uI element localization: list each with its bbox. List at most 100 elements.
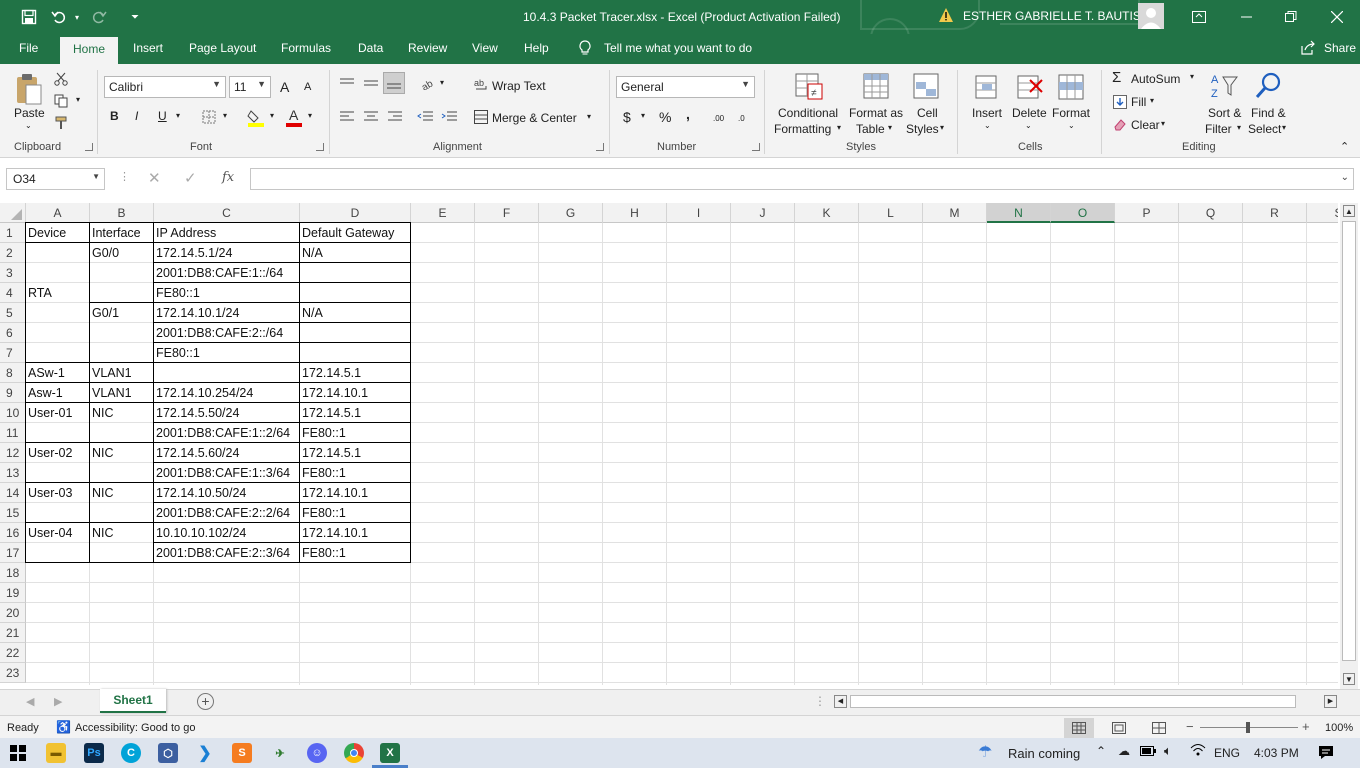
cell-ip-address-row-16[interactable]: 10.10.10.102/24: [154, 523, 300, 543]
cell-default-gateway-row-8[interactable]: 172.14.5.1: [300, 363, 411, 383]
conditional-formatting-button[interactable]: Conditional: [778, 106, 838, 120]
column-header-f[interactable]: F: [475, 203, 539, 223]
cell-default-gateway-row-7[interactable]: [300, 343, 411, 363]
font-name-select[interactable]: Calibri ▼: [104, 76, 226, 98]
wifi-icon[interactable]: [1190, 743, 1206, 760]
row-header-15[interactable]: 15: [0, 503, 26, 523]
cell-ip-address-row-9[interactable]: 172.14.10.254/24: [154, 383, 300, 403]
row-header-6[interactable]: 6: [0, 323, 26, 343]
row-header-1[interactable]: 1: [0, 223, 26, 243]
autosum-icon[interactable]: Σ: [1112, 69, 1121, 86]
cell-interface-row-11[interactable]: [90, 423, 154, 443]
cell-device-row-11[interactable]: [26, 423, 90, 443]
customize-qat-icon[interactable]: ⏷: [124, 6, 146, 28]
tab-formulas[interactable]: Formulas: [281, 41, 331, 55]
prev-sheet-icon[interactable]: ◀: [26, 695, 34, 708]
insert-cells-icon[interactable]: [970, 70, 1004, 104]
column-header-k[interactable]: K: [795, 203, 859, 223]
cell-device-row-4[interactable]: RTA: [26, 283, 90, 303]
cell-ip-address-row-14[interactable]: 172.14.10.50/24: [154, 483, 300, 503]
cell-default-gateway-row-14[interactable]: 172.14.10.1: [300, 483, 411, 503]
delete-cells-button[interactable]: Delete: [1012, 106, 1047, 120]
row-header-18[interactable]: 18: [0, 563, 26, 583]
collapse-ribbon-icon[interactable]: ⌃: [1340, 140, 1349, 153]
avatar[interactable]: [1138, 3, 1164, 29]
font-color-icon[interactable]: A: [284, 106, 304, 128]
name-box[interactable]: O34 ▼: [6, 168, 105, 190]
row-header-21[interactable]: 21: [0, 623, 26, 643]
format-as-table-button[interactable]: Format as: [849, 106, 903, 120]
header-cell-interface[interactable]: Interface: [90, 223, 154, 243]
tab-view[interactable]: View: [472, 41, 498, 55]
zoom-slider[interactable]: [1200, 722, 1298, 733]
align-right-icon[interactable]: [386, 108, 404, 126]
chevron-down-icon[interactable]: ▼: [92, 172, 100, 181]
format-as-table-icon[interactable]: [860, 70, 894, 104]
sheet-tab-sheet1[interactable]: Sheet1: [100, 689, 166, 713]
share-button[interactable]: Share: [1324, 41, 1356, 55]
clipboard-launcher-icon[interactable]: [85, 143, 93, 151]
volume-icon[interactable]: 🔈︎: [1164, 743, 1172, 759]
vertical-scrollbar[interactable]: ▲ ▼: [1340, 203, 1358, 689]
cell-styles-button[interactable]: Cell: [917, 106, 938, 120]
weather-icon[interactable]: ☂: [978, 742, 992, 762]
format-painter-icon[interactable]: [52, 114, 70, 132]
decrease-indent-icon[interactable]: [416, 108, 434, 126]
underline-dropdown-icon[interactable]: ▾: [176, 111, 180, 120]
cell-ip-address-row-5[interactable]: 172.14.10.1/24: [154, 303, 300, 323]
fill-button[interactable]: Fill: [1131, 95, 1146, 109]
column-header-m[interactable]: M: [923, 203, 987, 223]
wrap-text-button[interactable]: Wrap Text: [492, 79, 546, 93]
clear-dropdown-icon[interactable]: ▾: [1161, 119, 1165, 128]
row-header-22[interactable]: 22: [0, 643, 26, 663]
normal-view-icon[interactable]: [1064, 718, 1094, 738]
cell-device-row-7[interactable]: [26, 343, 90, 363]
cell-interface-row-13[interactable]: [90, 463, 154, 483]
cell-default-gateway-row-11[interactable]: FE80::1: [300, 423, 411, 443]
cell-interface-row-2[interactable]: G0/0: [90, 243, 154, 263]
column-header-r[interactable]: R: [1243, 203, 1307, 223]
row-header-16[interactable]: 16: [0, 523, 26, 543]
cell-interface-row-5[interactable]: G0/1: [90, 303, 154, 323]
photoshop-icon[interactable]: Ps: [84, 743, 104, 763]
percent-button[interactable]: %: [659, 109, 671, 125]
packet-tracer-icon[interactable]: ✈: [270, 743, 290, 763]
cell-default-gateway-row-16[interactable]: 172.14.10.1: [300, 523, 411, 543]
tab-home[interactable]: Home: [60, 37, 119, 64]
borders-icon[interactable]: [200, 108, 218, 126]
row-header-4[interactable]: 4: [0, 283, 26, 303]
borders-dropdown-icon[interactable]: ▾: [223, 111, 227, 120]
tab-insert[interactable]: Insert: [133, 41, 163, 55]
merge-center-button[interactable]: Merge & Center: [492, 111, 577, 125]
row-header-23[interactable]: 23: [0, 663, 26, 683]
cell-device-row-13[interactable]: [26, 463, 90, 483]
scroll-right-icon[interactable]: ▶: [1324, 695, 1337, 708]
column-header-j[interactable]: J: [731, 203, 795, 223]
cell-device-row-3[interactable]: [26, 263, 90, 283]
app-cube-icon[interactable]: ⬡: [158, 743, 178, 763]
cell-device-row-14[interactable]: User-03: [26, 483, 90, 503]
align-top-icon[interactable]: [338, 74, 356, 92]
column-header-a[interactable]: A: [26, 203, 90, 223]
windows-start-icon[interactable]: [10, 745, 26, 764]
header-cell-device[interactable]: Device: [26, 223, 90, 243]
fill-dropdown-icon[interactable]: ▾: [1150, 96, 1154, 105]
wrap-text-icon[interactable]: ab: [473, 76, 489, 92]
new-sheet-icon[interactable]: +: [197, 693, 214, 710]
cell-device-row-5[interactable]: [26, 303, 90, 323]
page-layout-view-icon[interactable]: [1112, 722, 1126, 737]
number-format-select[interactable]: General ▼: [616, 76, 755, 98]
cell-device-row-8[interactable]: ASw-1: [26, 363, 90, 383]
row-header-8[interactable]: 8: [0, 363, 26, 383]
column-header-b[interactable]: B: [90, 203, 154, 223]
comma-button[interactable]: ,: [686, 106, 690, 122]
horizontal-scrollbar[interactable]: ◀ ▶: [834, 694, 1338, 710]
restore-icon[interactable]: [1280, 6, 1302, 28]
find-select-button[interactable]: Find &: [1251, 106, 1286, 120]
cell-default-gateway-row-15[interactable]: FE80::1: [300, 503, 411, 523]
page-break-view-icon[interactable]: [1152, 722, 1166, 737]
paste-button[interactable]: Paste: [14, 106, 45, 120]
cell-ip-address-row-13[interactable]: 2001:DB8:CAFE:1::3/64: [154, 463, 300, 483]
insert-cells-button[interactable]: Insert: [972, 106, 1002, 120]
cell-default-gateway-row-9[interactable]: 172.14.10.1: [300, 383, 411, 403]
